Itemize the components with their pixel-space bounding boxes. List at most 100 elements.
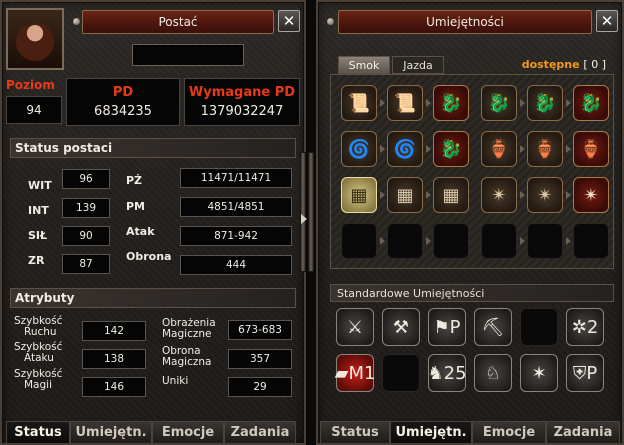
connector-arrow-icon	[380, 145, 385, 153]
book-skill-icon[interactable]: ▰ M1	[335, 354, 375, 392]
skill-tree: 📜 📜 🐉 🐉 🐉 🐉 🌀 🌀 🐉 🏺 🏺 🏺 ▦ ▦ ▦ ✴ ✴ ✴	[330, 74, 614, 269]
tab-status[interactable]: Status	[320, 421, 390, 443]
skill-scroll-icon[interactable]: 📜	[387, 85, 423, 121]
status-header: Status postaci	[10, 138, 296, 158]
skill-dragon-icon[interactable]: 🐉	[481, 85, 517, 121]
close-button[interactable]: ✕	[278, 10, 300, 32]
tab-quests[interactable]: Zadania	[224, 421, 296, 443]
skill-dragon-icon[interactable]: 🐉	[433, 131, 469, 167]
character-tabs: Status Umiejętn. Emocje Zadania	[6, 421, 296, 443]
obrona-label: Obrona	[126, 250, 172, 263]
knot-skill-icon[interactable]: ✲ 2	[566, 308, 604, 346]
tab-emotes[interactable]: Emocje	[472, 421, 546, 443]
pin-icon	[326, 17, 335, 26]
skill-pinwheel-icon[interactable]: ✴	[527, 177, 563, 213]
skill-grid-icon[interactable]: ▦	[341, 177, 377, 213]
skill-vase-icon[interactable]: 🏺	[481, 131, 517, 167]
move-speed-value: 142	[82, 321, 146, 341]
int-value: 139	[62, 198, 110, 218]
magic-def-label: Obrona Magiczna	[162, 345, 212, 368]
connector-arrow-icon	[520, 145, 525, 153]
connector-arrow-icon	[426, 237, 431, 245]
pz-value: 11471/11471	[180, 168, 292, 188]
skill-pinwheel-icon[interactable]: ✴	[573, 177, 609, 213]
connector-arrow-icon	[426, 99, 431, 107]
magic-dmg-label: Obrażenia Magiczne	[162, 317, 216, 340]
wit-value: 96	[62, 169, 110, 189]
available-points: dostępne [ 0 ]	[521, 58, 606, 71]
skills-tabs: Status Umiejętn. Emocje Zadania	[320, 421, 620, 443]
skill-grid-icon[interactable]: ▦	[387, 177, 423, 213]
character-window: Postać ✕ Poziom 94 PD 6834235 Wymagane P…	[0, 0, 307, 445]
horse-badge-skill-icon[interactable]: ♘	[474, 354, 512, 392]
skill-swirl-icon[interactable]: 🌀	[341, 131, 377, 167]
skill-grid-icon[interactable]: ▦	[433, 177, 469, 213]
pin-icon	[72, 17, 81, 26]
empty-skill-slot	[341, 223, 377, 259]
side-handle[interactable]	[308, 152, 314, 272]
pickaxe-skill-icon[interactable]: ⛏	[474, 308, 512, 346]
dodge-label: Uniki	[162, 375, 189, 387]
skill-dragon-icon[interactable]: 🐉	[573, 85, 609, 121]
empty-skill-slot	[573, 223, 609, 259]
empty-skill-slot	[387, 223, 423, 259]
attack-speed-value: 138	[82, 349, 146, 369]
magic-dmg-value: 673-683	[228, 320, 292, 340]
standard-skills-header: Standardowe Umiejętności	[330, 284, 614, 302]
tab-quests[interactable]: Zadania	[546, 421, 620, 443]
connector-arrow-icon	[380, 191, 385, 199]
empty-skill-slot	[527, 223, 563, 259]
horse-skill-icon[interactable]: ♞ 25	[427, 354, 467, 392]
skill-dragon-icon[interactable]: 🐉	[433, 85, 469, 121]
broom-skill-icon[interactable]: ⚒	[382, 308, 420, 346]
side-handle[interactable]	[300, 152, 306, 272]
tab-status[interactable]: Status	[6, 421, 70, 443]
xp-label: PD	[112, 85, 134, 100]
armor-skill-icon[interactable]: ⛨ P	[566, 354, 604, 392]
tab-skills[interactable]: Umiejętn.	[390, 421, 472, 443]
level-value: 94	[6, 96, 62, 124]
magic-speed-label: Szybkość Magii	[14, 368, 63, 391]
atak-value: 871-942	[180, 226, 292, 246]
skill-swirl-icon[interactable]: 🌀	[387, 131, 423, 167]
skill-dragon-icon[interactable]: 🐉	[527, 85, 563, 121]
empty-standard-slot	[520, 308, 558, 346]
xp-value: 6834235	[94, 104, 152, 119]
int-label: INT	[28, 204, 49, 217]
zr-value: 87	[62, 254, 110, 274]
flag-skill-icon[interactable]: ⚑ P	[428, 308, 466, 346]
connector-arrow-icon	[426, 145, 431, 153]
obrona-value: 444	[180, 255, 292, 275]
atak-label: Atak	[126, 225, 155, 238]
connector-arrow-icon	[566, 99, 571, 107]
skill-vase-icon[interactable]: 🏺	[527, 131, 563, 167]
magic-def-value: 357	[228, 349, 292, 369]
subtab-riding[interactable]: Jazda	[392, 56, 444, 74]
wit-label: WIT	[28, 179, 52, 192]
connector-arrow-icon	[426, 191, 431, 199]
zr-label: ZR	[28, 254, 45, 267]
connector-arrow-icon	[520, 99, 525, 107]
subtab-dragon[interactable]: Smok	[338, 56, 390, 74]
attributes-header: Atrybuty	[10, 288, 296, 308]
close-button[interactable]: ✕	[596, 10, 618, 32]
skill-pinwheel-icon[interactable]: ✴	[481, 177, 517, 213]
skill-scroll-icon[interactable]: 📜	[341, 85, 377, 121]
connector-arrow-icon	[566, 237, 571, 245]
sil-value: 90	[62, 226, 110, 246]
tab-emotes[interactable]: Emocje	[152, 421, 224, 443]
tab-skills[interactable]: Umiejętn.	[70, 421, 152, 443]
connector-arrow-icon	[566, 145, 571, 153]
xp-box: PD 6834235	[66, 78, 180, 126]
star-sword-skill-icon[interactable]: ✶	[520, 354, 558, 392]
connector-arrow-icon	[566, 191, 571, 199]
dodge-value: 29	[228, 377, 292, 397]
character-name-field	[132, 44, 244, 66]
connector-arrow-icon	[380, 237, 385, 245]
skill-vase-icon[interactable]: 🏺	[573, 131, 609, 167]
sword-skill-icon[interactable]: ⚔	[336, 308, 374, 346]
character-window-title: Postać	[82, 10, 274, 34]
req-xp-value: 1379032247	[200, 104, 284, 119]
pm-value: 4851/4851	[180, 197, 292, 217]
attack-speed-label: Szybkość Ataku	[14, 341, 63, 364]
